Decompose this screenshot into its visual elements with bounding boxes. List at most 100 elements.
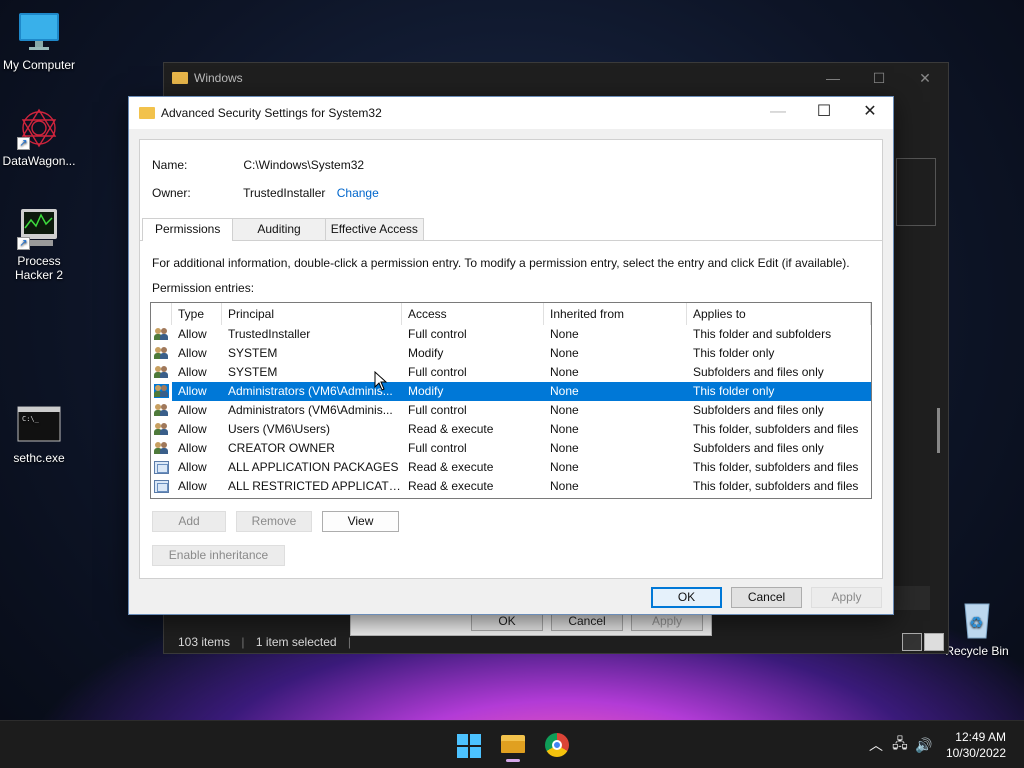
- svg-text:♻: ♻: [969, 615, 983, 632]
- entry-type: Allow: [172, 382, 222, 401]
- file-explorer-taskbar-button[interactable]: [497, 729, 529, 762]
- entry-access: Modify: [408, 346, 444, 360]
- permission-entry-row[interactable]: Allow ALL APPLICATION PACKAGES Read & exec…: [151, 458, 871, 477]
- minimize-button[interactable]: —: [810, 63, 856, 93]
- mouse-cursor-icon: [374, 371, 388, 391]
- entry-type: Allow: [178, 327, 207, 341]
- permission-entry-row[interactable]: Allow SYSTEM Full control None Subfolders an…: [151, 363, 871, 382]
- header-type[interactable]: Type: [172, 303, 222, 325]
- desktop-icon-my-computer[interactable]: My Computer: [0, 10, 78, 72]
- desktop-icon-recycle-bin[interactable]: ♻ Recycle Bin: [938, 596, 1016, 658]
- entry-access: Full control: [408, 365, 467, 379]
- tab-permissions[interactable]: Permissions: [142, 218, 234, 241]
- close-button[interactable]: ✕: [902, 63, 948, 93]
- permission-entry-row[interactable]: Allow TrustedInstaller Full control None Thi…: [151, 325, 871, 344]
- permission-entries-list[interactable]: Type Principal Access Inherited from App…: [150, 302, 872, 499]
- entry-principal: SYSTEM: [228, 346, 278, 360]
- ok-button[interactable]: OK: [651, 587, 722, 608]
- users-icon: [151, 363, 172, 382]
- header-inherited-from[interactable]: Inherited from: [544, 303, 687, 325]
- permission-entry-row[interactable]: Allow ALL RESTRICTED APPLICATIO... Read & …: [151, 477, 871, 496]
- entry-type: Allow: [178, 346, 207, 360]
- windows-logo-icon: [457, 734, 468, 745]
- entry-inherited-from: None: [550, 403, 579, 417]
- header-icon-col: [151, 303, 172, 325]
- change-owner-link[interactable]: Change: [337, 186, 379, 200]
- apply-button[interactable]: Apply: [811, 587, 882, 608]
- tiles-view-button[interactable]: [924, 633, 944, 651]
- desktop-icon-label: sethc.exe: [13, 451, 65, 465]
- process-hacker-icon: ↗: [17, 206, 61, 250]
- list-header: Type Principal Access Inherited from App…: [151, 303, 871, 325]
- advanced-security-dialog[interactable]: Advanced Security Settings for System32 …: [128, 96, 894, 615]
- entry-applies-to: Subfolders and files only: [693, 365, 824, 379]
- entry-access: Read & execute: [408, 479, 494, 493]
- entry-applies-to: This folder only: [687, 382, 871, 401]
- close-button[interactable]: ✕: [847, 97, 893, 127]
- view-button[interactable]: View: [322, 511, 399, 532]
- entry-principal: TrustedInstaller: [228, 327, 311, 341]
- scrollbar[interactable]: [937, 408, 940, 453]
- tab-auditing[interactable]: Auditing: [232, 218, 326, 240]
- item-count: 103 items: [178, 635, 231, 649]
- explorer-title: Windows: [194, 71, 243, 85]
- chrome-taskbar-button[interactable]: [541, 729, 573, 761]
- details-view-button[interactable]: [902, 633, 922, 651]
- header-access[interactable]: Access: [402, 303, 544, 325]
- entry-inherited-from: None: [550, 346, 579, 360]
- entry-inherited-from: None: [550, 365, 579, 379]
- maximize-button[interactable]: ☐: [856, 63, 902, 93]
- permission-entry-row[interactable]: Allow CREATOR OWNER Full control None Subfol…: [151, 439, 871, 458]
- desktop-icon-sethc[interactable]: C:\_ sethc.exe: [0, 403, 78, 465]
- entry-type: Allow: [178, 365, 207, 379]
- desktop-icon-datawagon[interactable]: ↗ DataWagon...: [0, 106, 78, 168]
- name-label: Name:: [152, 158, 188, 172]
- network-icon[interactable]: 🖧: [888, 733, 912, 757]
- remove-button[interactable]: Remove: [236, 511, 312, 532]
- folder-icon: [139, 107, 155, 119]
- enable-inheritance-button[interactable]: Enable inheritance: [152, 545, 285, 566]
- volume-icon[interactable]: 🔊: [912, 737, 936, 754]
- users-icon: [151, 401, 172, 420]
- dialog-title: Advanced Security Settings for System32: [161, 106, 382, 120]
- maximize-button[interactable]: ☐: [801, 97, 847, 127]
- clock-date: 10/30/2022: [945, 746, 1006, 760]
- users-icon: [151, 325, 172, 344]
- permission-entry-row[interactable]: Allow Administrators (VM6\Adminis... Full …: [151, 401, 871, 420]
- entry-applies-to: This folder, subfolders and files: [693, 460, 859, 474]
- entry-inherited-from: None: [550, 422, 579, 436]
- taskbar: ︿ 🖧 🔊 12:49 AM 10/30/2022: [0, 720, 1024, 768]
- header-applies-to[interactable]: Applies to: [687, 303, 871, 325]
- start-button[interactable]: [452, 729, 484, 761]
- desktop-icon-process-hacker[interactable]: ↗ Process Hacker 2: [0, 206, 78, 282]
- tab-effective-access[interactable]: Effective Access: [324, 218, 424, 240]
- entry-inherited-from: None: [550, 327, 579, 341]
- entry-principal: Users (VM6\Users): [228, 422, 331, 436]
- entry-principal: ALL RESTRICTED APPLICATIO...: [228, 479, 402, 493]
- minimize-button[interactable]: —: [755, 97, 801, 127]
- header-principal[interactable]: Principal: [222, 303, 402, 325]
- permission-entry-row[interactable]: Allow SYSTEM Modify None This folder only: [151, 344, 871, 363]
- entry-type: Allow: [178, 479, 207, 493]
- permission-entries-label: Permission entries:: [152, 281, 255, 295]
- clock-time: 12:49 AM: [955, 730, 1006, 744]
- chevron-up-icon[interactable]: ︿: [864, 735, 888, 755]
- name-value: C:\Windows\System32: [243, 158, 365, 172]
- active-indicator: [506, 759, 520, 762]
- package-icon: [151, 458, 172, 477]
- clock[interactable]: 12:49 AM 10/30/2022: [946, 729, 1006, 761]
- cancel-button[interactable]: Cancel: [731, 587, 802, 608]
- add-button[interactable]: Add: [152, 511, 226, 532]
- desktop-icon-label: Recycle Bin: [945, 644, 1009, 658]
- entry-access: Full control: [408, 327, 467, 341]
- svg-text:C:\_: C:\_: [22, 415, 40, 423]
- recycle-bin-icon: ♻: [955, 596, 999, 640]
- explorer-edge: [894, 586, 930, 610]
- entry-inherited-from: None: [544, 382, 687, 401]
- permission-entry-row[interactable]: Allow Users (VM6\Users) Read & execute None…: [151, 420, 871, 439]
- permission-entry-row[interactable]: Allow Administrators (VM6\Adminis... Modif…: [151, 382, 871, 401]
- desktop-icon-label: My Computer: [2, 58, 76, 72]
- entry-applies-to: Subfolders and files only: [693, 403, 824, 417]
- shortcut-arrow-icon: ↗: [17, 237, 30, 250]
- status-bar: 103 items | 1 item selected |: [178, 635, 352, 649]
